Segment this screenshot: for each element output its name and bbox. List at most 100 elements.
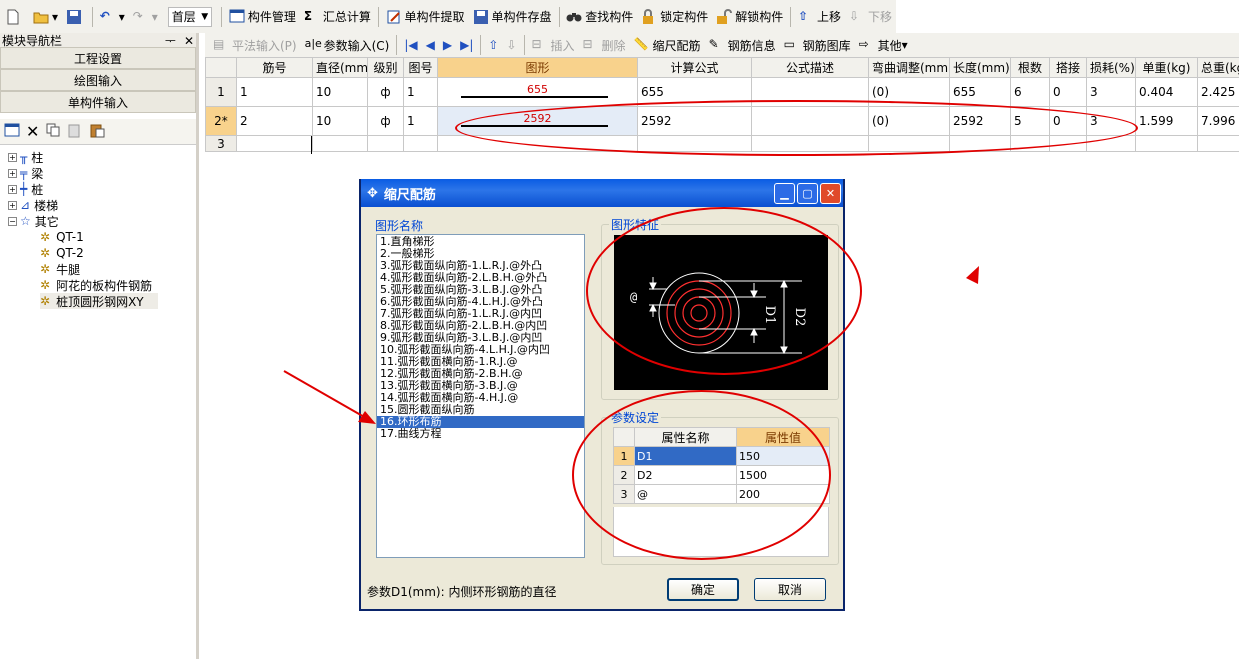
tree-node-beam[interactable]: + ╤ 梁: [0, 165, 196, 181]
row-number[interactable]: 1: [205, 77, 237, 107]
dialog-title-bar[interactable]: ✥ 缩尺配筋 ▁ ▢ ✕: [361, 179, 843, 207]
save-component-button[interactable]: 单构件存盘: [469, 5, 556, 29]
column-header-shape[interactable]: 图形: [437, 57, 638, 78]
unlock-component-button[interactable]: 解锁构件: [712, 5, 787, 29]
list-item[interactable]: 11.弧形截面横向筋-1.R.J.@: [377, 356, 584, 368]
cell-unit-weight[interactable]: [1135, 135, 1198, 152]
column-header[interactable]: 直径(mm): [312, 57, 368, 78]
list-item[interactable]: 3.弧形截面纵向筋-1.L.R.J.@外凸: [377, 260, 584, 272]
open-file-button[interactable]: ▾: [29, 5, 62, 29]
list-item[interactable]: 8.弧形截面纵向筋-2.L.B.H.@内凹: [377, 320, 584, 332]
list-item[interactable]: 5.弧形截面纵向筋-3.L.B.J.@外凸: [377, 284, 584, 296]
tree-node-other[interactable]: − ☆ 其它: [0, 213, 196, 229]
cancel-button[interactable]: 取消: [754, 578, 826, 601]
list-item[interactable]: 7.弧形截面纵向筋-1.L.R.J.@内凹: [377, 308, 584, 320]
cell-figure-no[interactable]: 1: [403, 77, 438, 107]
ok-button[interactable]: 确定: [667, 578, 739, 601]
list-item[interactable]: 10.弧形截面纵向筋-4.L.H.J.@内凹: [377, 344, 584, 356]
column-header[interactable]: 计算公式: [637, 57, 752, 78]
list-item[interactable]: 14.弧形截面横向筋-4.H.J.@: [377, 392, 584, 404]
cell-bar-no[interactable]: 2: [236, 106, 313, 136]
column-header[interactable]: 级别: [367, 57, 404, 78]
cell-bar-no[interactable]: 1: [236, 77, 313, 107]
param-input-button[interactable]: a|e 参数输入(C): [301, 33, 394, 57]
column-header[interactable]: 长度(mm): [949, 57, 1011, 78]
delete-icon[interactable]: ✕: [26, 122, 39, 141]
extract-component-button[interactable]: 单构件提取: [382, 5, 469, 29]
floor-select[interactable]: 首层 ▼: [167, 6, 213, 27]
other-menu-button[interactable]: ⇨ 其他 ▾: [855, 33, 912, 57]
cell-grade[interactable]: [367, 135, 404, 152]
cell-count[interactable]: 6: [1010, 77, 1050, 107]
paste-disabled-icon[interactable]: [67, 122, 83, 141]
column-header[interactable]: 公式描述: [751, 57, 869, 78]
cell-unit-weight[interactable]: 0.404: [1135, 77, 1198, 107]
cell-total-weight[interactable]: [1197, 135, 1239, 152]
flat-input-button[interactable]: ▤ 平法输入(P): [209, 33, 301, 57]
cell-bar-no[interactable]: [236, 135, 313, 152]
cell-lap[interactable]: 0: [1049, 77, 1087, 107]
close-icon[interactable]: ✕: [184, 34, 194, 48]
list-item[interactable]: 2.一般梯形: [377, 248, 584, 260]
cell-total-weight[interactable]: 7.996: [1197, 106, 1239, 136]
properties-icon[interactable]: [4, 123, 20, 140]
column-header[interactable]: 总重(kg: [1197, 57, 1239, 78]
cell-unit-weight[interactable]: 1.599: [1135, 106, 1198, 136]
scale-rebar-button[interactable]: 📏 缩尺配筋: [630, 33, 705, 57]
column-header[interactable]: 根数: [1010, 57, 1050, 78]
tree-leaf[interactable]: ✲ 阿花的板构件钢筋: [40, 277, 196, 293]
first-record-button[interactable]: |◀: [400, 33, 421, 57]
nav-button-drawing-input[interactable]: 绘图输入: [0, 69, 196, 91]
row-number[interactable]: 3: [205, 135, 237, 152]
tree-leaf-selected[interactable]: ✲ 桩顶圆形钢网XY: [40, 293, 158, 309]
find-component-button[interactable]: 查找构件: [562, 5, 637, 29]
summary-calc-button[interactable]: Σ 汇总计算: [300, 5, 375, 29]
maximize-button[interactable]: ▢: [797, 182, 818, 204]
list-item[interactable]: 15.圆形截面纵向筋: [377, 404, 584, 416]
undo-button[interactable]: ↶ ▾: [96, 5, 129, 29]
copy-icon[interactable]: [45, 122, 61, 141]
cell-loss[interactable]: 3: [1086, 77, 1136, 107]
expand-icon[interactable]: +: [8, 200, 17, 210]
cell-length[interactable]: 655: [949, 77, 1011, 107]
nav-button-project-settings[interactable]: 工程设置: [0, 47, 196, 69]
column-header[interactable]: 弯曲调整(mm): [868, 57, 950, 78]
cell-figure-no[interactable]: 1: [403, 106, 438, 136]
component-manage-button[interactable]: 构件管理: [225, 5, 300, 29]
expand-icon[interactable]: +: [8, 152, 17, 162]
rebar-library-button[interactable]: ▭ 钢筋图库: [780, 33, 855, 57]
cell-diameter[interactable]: 10: [312, 106, 368, 136]
prev-record-button[interactable]: ◀: [422, 33, 439, 57]
move-up-button[interactable]: ⇧ 上移: [794, 5, 845, 29]
clipboard-icon[interactable]: [89, 122, 105, 141]
list-item-selected[interactable]: 16.环形布筋: [377, 416, 584, 428]
list-item[interactable]: 9.弧形截面纵向筋-3.L.B.J.@内凹: [377, 332, 584, 344]
delete-row-button[interactable]: ⊟ 删除: [579, 33, 630, 57]
row-number[interactable]: 2*: [205, 106, 237, 136]
pin-icon[interactable]: ᅮ: [165, 34, 176, 48]
column-header[interactable]: 单重(kg): [1135, 57, 1198, 78]
cell-total-weight[interactable]: 2.425: [1197, 77, 1239, 107]
cell-shape[interactable]: 655: [437, 77, 638, 107]
list-item[interactable]: 12.弧形截面横向筋-2.B.H.@: [377, 368, 584, 380]
lock-component-button[interactable]: 锁定构件: [637, 5, 712, 29]
save-button[interactable]: [62, 5, 89, 29]
tree-node-pile[interactable]: + ┿ 桩: [0, 181, 196, 197]
list-item[interactable]: 13.弧形截面横向筋-3.B.J.@: [377, 380, 584, 392]
list-item[interactable]: 1.直角梯形: [377, 236, 584, 248]
cell-figure-no[interactable]: [403, 135, 438, 152]
move-down-button[interactable]: ⇩ 下移: [845, 5, 896, 29]
column-header[interactable]: 搭接: [1049, 57, 1087, 78]
rebar-info-button[interactable]: ✎ 钢筋信息: [705, 33, 780, 57]
column-header[interactable]: 图号: [403, 57, 438, 78]
tree-node-stairs[interactable]: + ⊿ 楼梯: [0, 197, 196, 213]
cell-grade[interactable]: ф: [367, 106, 404, 136]
list-item[interactable]: 6.弧形截面纵向筋-4.L.H.J.@外凸: [377, 296, 584, 308]
row-down-button[interactable]: ⇩: [502, 33, 520, 57]
expand-icon[interactable]: +: [8, 184, 17, 194]
nav-button-single-component-input[interactable]: 单构件输入: [0, 91, 196, 113]
last-record-button[interactable]: ▶|: [456, 33, 477, 57]
insert-row-button[interactable]: ⊟ 插入: [528, 33, 579, 57]
column-header[interactable]: 损耗(%): [1086, 57, 1136, 78]
new-file-button[interactable]: [2, 5, 29, 29]
